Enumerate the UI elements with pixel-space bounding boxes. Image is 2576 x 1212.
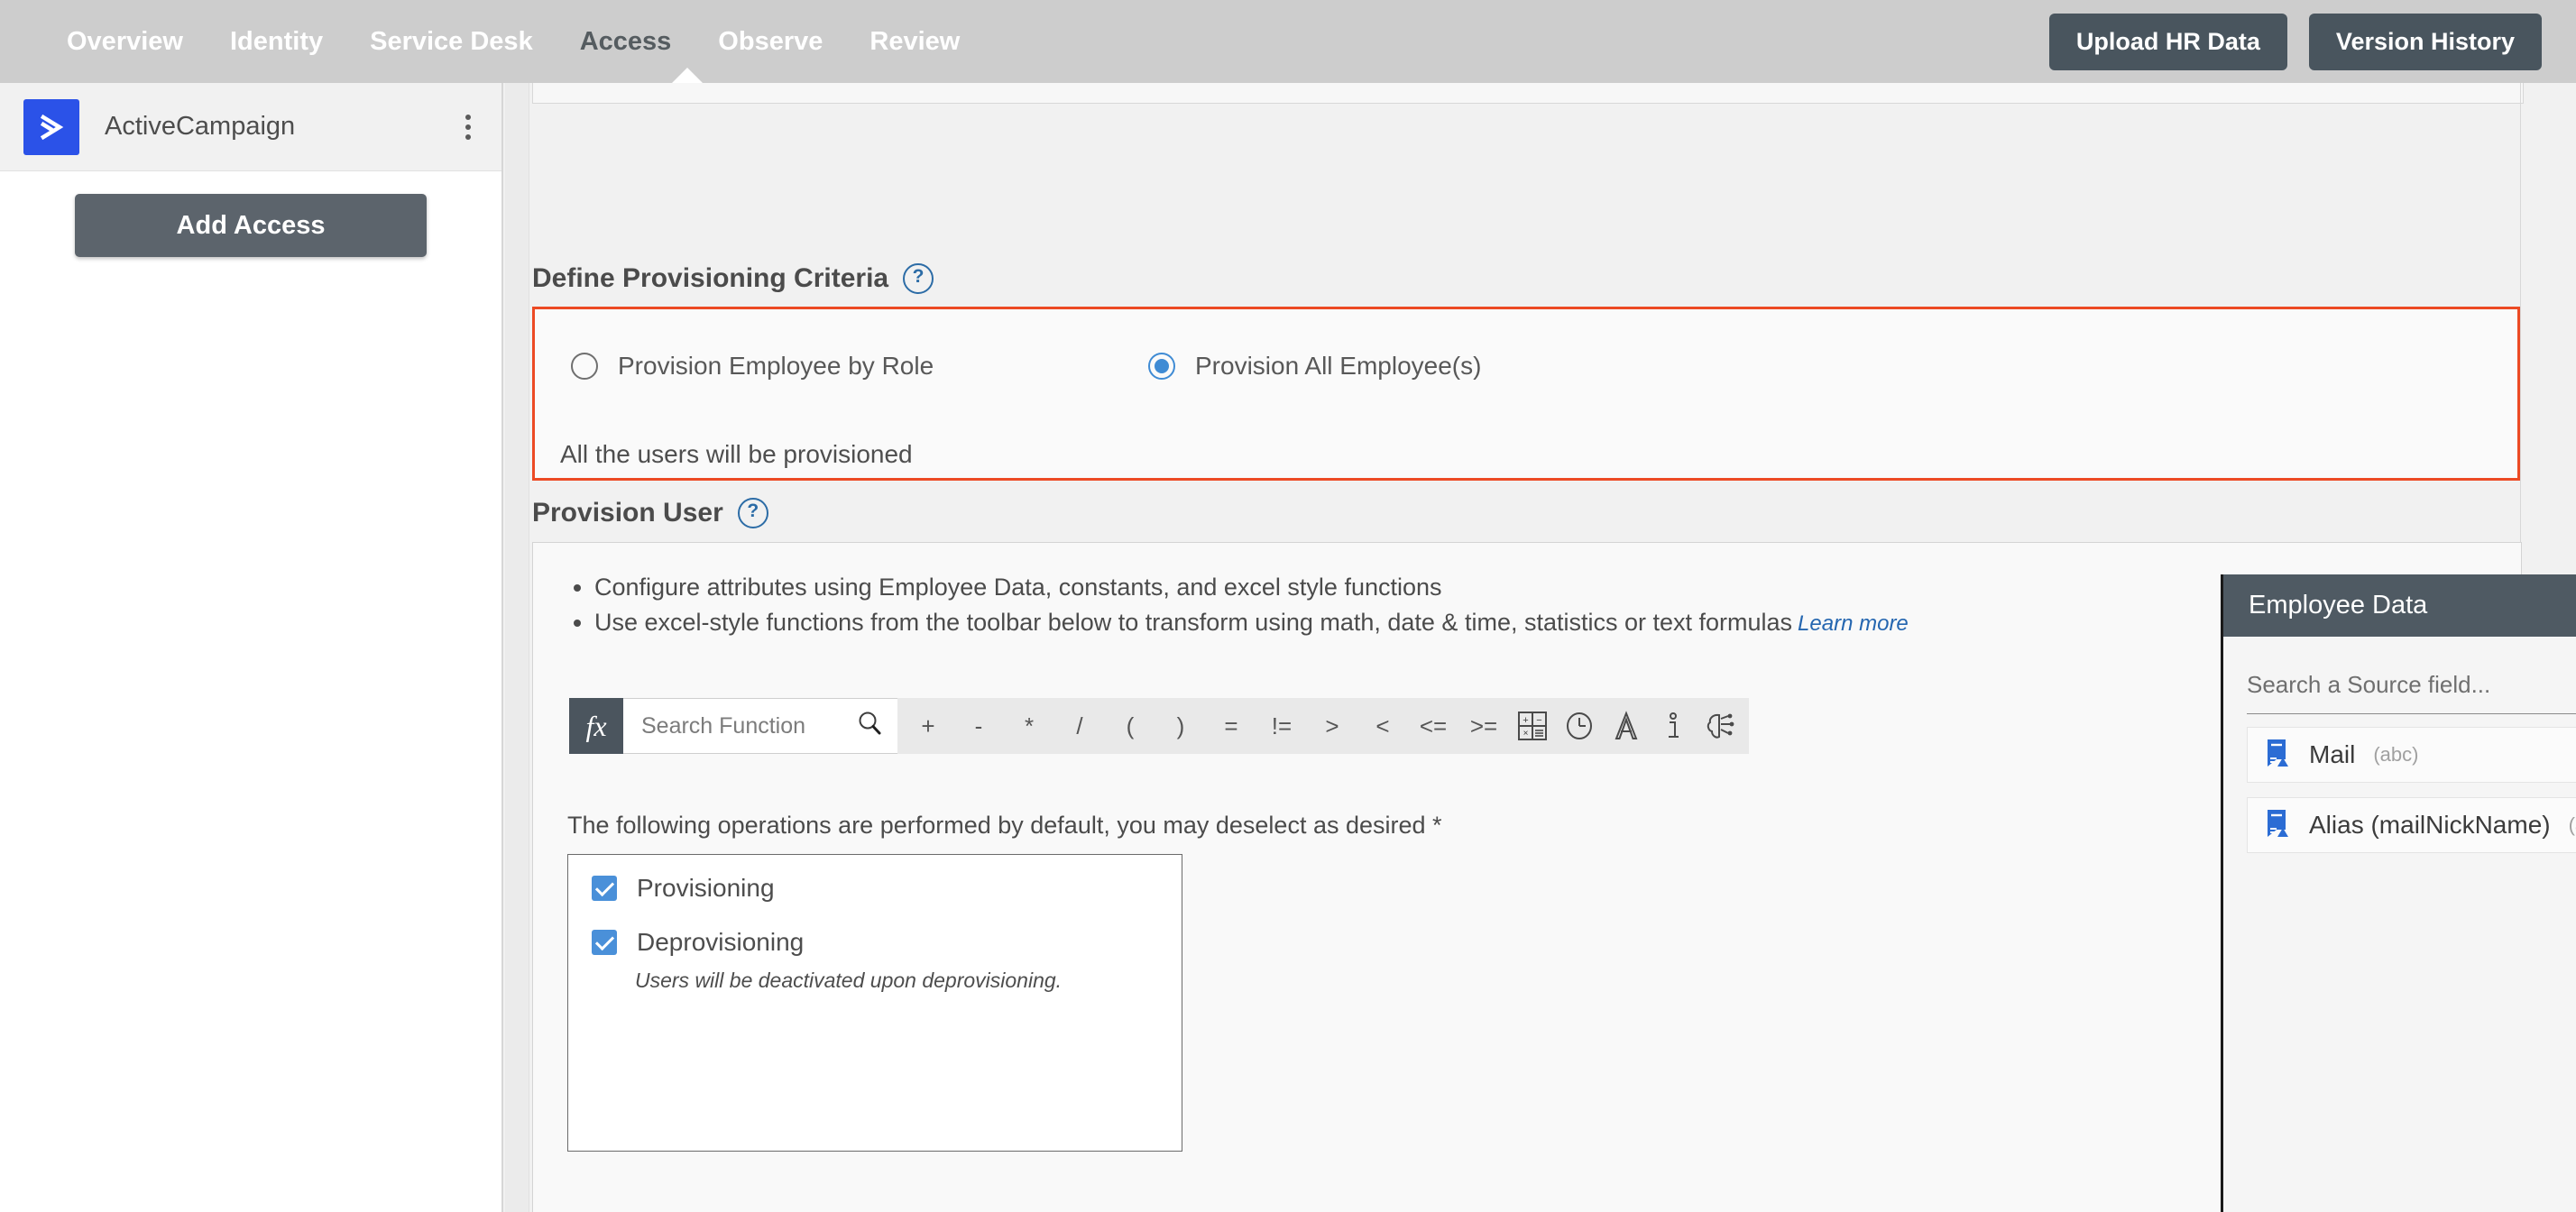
- define-provisioning-criteria-title: Define Provisioning Criteria ?: [532, 263, 934, 294]
- fx-button[interactable]: fx: [569, 698, 623, 754]
- provisioning-criteria-radio-group: Provision Employee by Role Provision All…: [571, 352, 1481, 381]
- sidebar-app-row[interactable]: ActiveCampaign: [0, 83, 501, 171]
- radio-checked-icon[interactable]: [1148, 353, 1175, 380]
- operator-open-paren[interactable]: (: [1105, 698, 1155, 754]
- operator-multiply[interactable]: *: [1004, 698, 1054, 754]
- employee-data-panel: Employee Data Search a Source field... M…: [2221, 574, 2576, 1212]
- svg-text:×: ×: [1523, 729, 1529, 739]
- source-field-search-input[interactable]: Search a Source field...: [2247, 671, 2576, 714]
- add-access-button[interactable]: Add Access: [75, 194, 427, 257]
- upload-hr-data-button[interactable]: Upload HR Data: [2048, 13, 2287, 70]
- source-field-list: Mail (abc) Alias (mailNickName) (: [2223, 727, 2576, 853]
- nav-item-review[interactable]: Review: [846, 0, 983, 83]
- radio-option-provision-by-role[interactable]: Provision Employee by Role: [571, 352, 1148, 381]
- operator-buttons: + - * / ( ) = != > < <= >= + − ×: [897, 698, 1749, 754]
- nav-actions: Upload HR Data Version History: [2048, 0, 2542, 83]
- source-field-icon: [2264, 738, 2291, 773]
- default-operations-box: Provisioning Deprovisioning Users will b…: [567, 854, 1182, 1152]
- radio-option-provision-all-employees[interactable]: Provision All Employee(s): [1148, 352, 1481, 381]
- version-history-button[interactable]: Version History: [2308, 13, 2542, 70]
- list-item[interactable]: Mail (abc): [2247, 727, 2576, 783]
- operator-less-than[interactable]: <: [1357, 698, 1408, 754]
- nav-items: Overview Identity Service Desk Access Ob…: [43, 0, 983, 83]
- checkbox-row-provisioning[interactable]: Provisioning: [568, 868, 1182, 909]
- svg-text:−: −: [1536, 715, 1541, 726]
- checkbox-label-deprovisioning: Deprovisioning: [637, 928, 805, 956]
- previous-section-card-edge: [532, 83, 2524, 104]
- radio-label-provision-by-role: Provision Employee by Role: [618, 352, 934, 380]
- operator-minus[interactable]: -: [953, 698, 1004, 754]
- source-field-type: (abc): [2373, 743, 2419, 766]
- operator-plus[interactable]: +: [903, 698, 953, 754]
- provisioning-criteria-panel: Provision Employee by Role Provision All…: [532, 307, 2520, 481]
- operator-greater-equals[interactable]: >=: [1458, 698, 1509, 754]
- math-functions-icon[interactable]: + − ×: [1509, 698, 1556, 754]
- clock-icon[interactable]: [1556, 698, 1603, 754]
- main-vertical-scrollbar[interactable]: [505, 83, 529, 1212]
- sidebar: ActiveCampaign Add Access: [0, 83, 503, 1212]
- ai-brain-icon[interactable]: [1697, 698, 1743, 754]
- help-circle-icon[interactable]: ?: [903, 263, 934, 294]
- employee-data-header: Employee Data: [2223, 574, 2576, 637]
- operator-equals[interactable]: =: [1206, 698, 1256, 754]
- source-field-name: Mail: [2309, 740, 2356, 768]
- radio-unchecked-icon[interactable]: [571, 353, 598, 380]
- text-format-icon[interactable]: [1603, 698, 1650, 754]
- app-root: Overview Identity Service Desk Access Ob…: [0, 0, 2576, 1212]
- active-tab-caret-icon: [672, 68, 703, 83]
- nav-item-overview[interactable]: Overview: [43, 0, 207, 83]
- search-icon[interactable]: [856, 710, 883, 743]
- source-field-name: Alias (mailNickName): [2309, 811, 2551, 839]
- info-icon[interactable]: [1650, 698, 1697, 754]
- operator-less-equals[interactable]: <=: [1408, 698, 1458, 754]
- sidebar-app-name: ActiveCampaign: [105, 112, 296, 141]
- source-field-icon: [2264, 808, 2291, 843]
- source-field-type: (abc): [2568, 813, 2576, 836]
- nav-item-service-desk[interactable]: Service Desk: [346, 0, 557, 83]
- list-item[interactable]: Alias (mailNickName) (abc): [2247, 797, 2576, 853]
- activecampaign-logo-icon: [23, 98, 79, 155]
- checkbox-checked-icon[interactable]: [592, 876, 617, 901]
- search-function-input[interactable]: Search Function: [623, 698, 897, 754]
- checkbox-label-provisioning: Provisioning: [637, 874, 775, 902]
- bullet-excel-functions-text: Use excel-style functions from the toolb…: [594, 609, 1793, 637]
- operations-note: The following operations are performed b…: [567, 812, 1442, 839]
- nav-item-observe[interactable]: Observe: [695, 0, 846, 83]
- provision-user-title: Provision User ?: [532, 498, 768, 528]
- main-inner: Define Provisioning Criteria ? Provision…: [530, 83, 2576, 1212]
- operator-divide[interactable]: /: [1054, 698, 1105, 754]
- formula-toolbar: fx Search Function + - * / () = != > < …: [569, 698, 1749, 754]
- top-navigation-bar: Overview Identity Service Desk Access Ob…: [0, 0, 2576, 83]
- svg-text:+: +: [1523, 715, 1528, 726]
- kebab-menu-icon[interactable]: [462, 111, 474, 143]
- checkbox-row-deprovisioning[interactable]: Deprovisioning: [568, 922, 1182, 963]
- deprovisioning-hint-text: Users will be deactivated upon deprovisi…: [635, 969, 1063, 992]
- criteria-note-text: All the users will be provisioned: [560, 440, 913, 468]
- search-function-placeholder: Search Function: [641, 712, 806, 739]
- checkbox-checked-icon[interactable]: [592, 930, 617, 955]
- learn-more-link[interactable]: Learn more: [1798, 611, 1909, 636]
- help-circle-icon[interactable]: ?: [737, 498, 768, 528]
- add-access-wrapper: Add Access: [0, 171, 501, 257]
- operator-not-equals[interactable]: !=: [1256, 698, 1307, 754]
- provision-user-title-text: Provision User: [532, 498, 723, 528]
- radio-label-provision-all-employees: Provision All Employee(s): [1195, 352, 1482, 380]
- nav-item-identity[interactable]: Identity: [207, 0, 346, 83]
- operator-close-paren[interactable]: ): [1155, 698, 1206, 754]
- main-content: Define Provisioning Criteria ? Provision…: [503, 83, 2576, 1212]
- criteria-title-text: Define Provisioning Criteria: [532, 263, 889, 293]
- operator-greater-than[interactable]: >: [1307, 698, 1357, 754]
